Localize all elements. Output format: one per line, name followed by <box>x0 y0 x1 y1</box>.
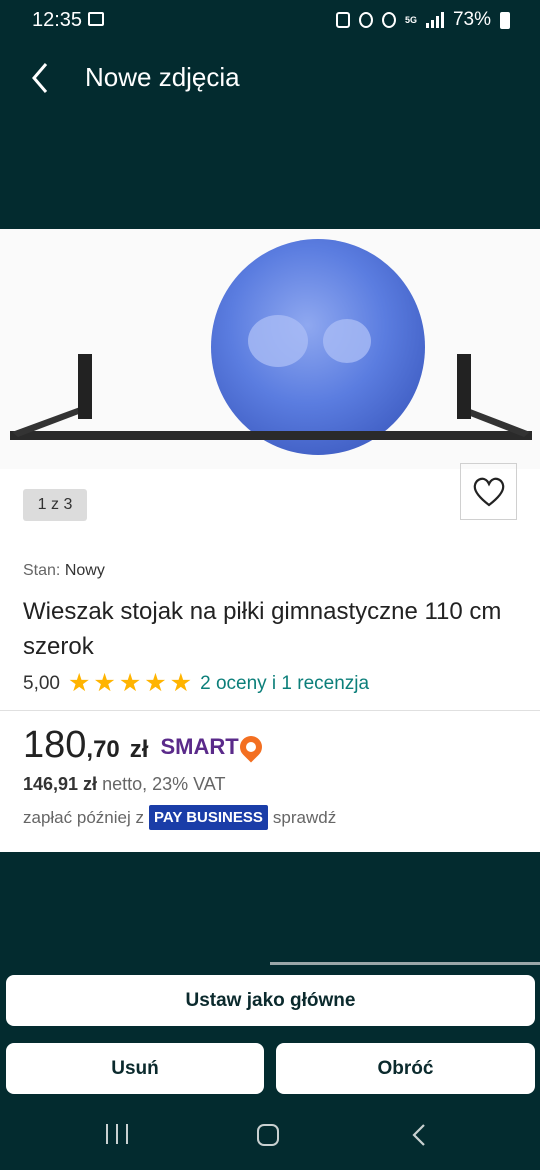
status-time: 12:35 <box>32 9 83 31</box>
status-icons: 5G 73% <box>335 9 510 31</box>
network-type-icon: 5G <box>404 15 417 25</box>
app-bar: Nowe zdjęcia <box>0 42 540 112</box>
pay-later-text: zapłać później z <box>23 807 144 827</box>
rating-row: 5,00 ★ ★ ★ ★ ★ 2 oceny i 1 recenzja <box>23 671 369 696</box>
product-image[interactable] <box>0 229 540 469</box>
signal-icon <box>425 12 444 28</box>
alarm-icon <box>358 12 373 28</box>
system-nav-bar <box>0 1104 540 1170</box>
rating-stars: ★ ★ ★ ★ ★ <box>68 671 192 696</box>
battery-icon <box>500 11 510 29</box>
home-icon[interactable] <box>257 1124 279 1146</box>
net-price-row: 146,91 zł netto, 23% VAT <box>23 774 225 795</box>
price-main: 180 <box>23 724 87 766</box>
set-main-button[interactable]: Ustaw jako główne <box>6 975 535 1026</box>
pay-business-badge: PAY BUSINESS <box>148 805 268 830</box>
net-price: 146,91 zł <box>23 774 98 794</box>
pay-later-row: zapłać później z PAY BUSINESS sprawdź <box>23 805 336 830</box>
favorite-button[interactable] <box>460 463 517 520</box>
rating-value: 5,00 <box>23 672 60 694</box>
back-nav-icon[interactable] <box>408 1122 432 1148</box>
net-label: netto, 23% VAT <box>102 774 226 794</box>
star-icon: ★ <box>169 669 193 697</box>
condition: Stan: Nowy <box>23 562 105 580</box>
star-icon: ★ <box>144 669 167 697</box>
hotspot-icon <box>381 12 396 28</box>
star-icon: ★ <box>93 669 116 697</box>
heart-icon <box>473 477 504 506</box>
scroll-indicator <box>270 962 540 965</box>
page-title: Nowe zdjęcia <box>85 62 240 92</box>
star-icon: ★ <box>118 669 142 697</box>
listing-preview: 1 z 3 Stan: Nowy Wieszak stojak na piłki… <box>0 229 540 852</box>
smart-logo-text: SMART <box>160 734 239 759</box>
rotate-button[interactable]: Obróć <box>276 1043 535 1094</box>
gallery-notification-icon <box>88 12 104 26</box>
price-row: 180 ,70 zł SMART <box>23 724 267 767</box>
condition-label: Stan: <box>23 562 61 579</box>
reviews-link[interactable]: 2 oceny i 1 recenzja <box>200 673 369 695</box>
product-title: Wieszak stojak na piłki gimnastyczne 110… <box>23 598 502 660</box>
price-currency: zł <box>129 736 149 763</box>
status-bar: 12:35 5G 73% <box>0 0 540 42</box>
price-fraction: ,70 <box>86 736 120 763</box>
smart-logo: SMART <box>160 731 267 763</box>
delete-button[interactable]: Usuń <box>6 1043 264 1094</box>
divider <box>0 710 540 711</box>
condition-value: Nowy <box>64 562 105 579</box>
chevron-left-icon <box>32 63 48 93</box>
star-icon: ★ <box>67 669 91 697</box>
lock-icon <box>335 12 350 28</box>
smart-pin-icon <box>235 731 267 763</box>
recent-apps-icon[interactable] <box>106 1124 128 1144</box>
back-button[interactable] <box>26 58 56 98</box>
check-link[interactable]: sprawdź <box>273 808 336 828</box>
battery-percent: 73% <box>452 9 491 30</box>
image-counter: 1 z 3 <box>23 489 87 521</box>
